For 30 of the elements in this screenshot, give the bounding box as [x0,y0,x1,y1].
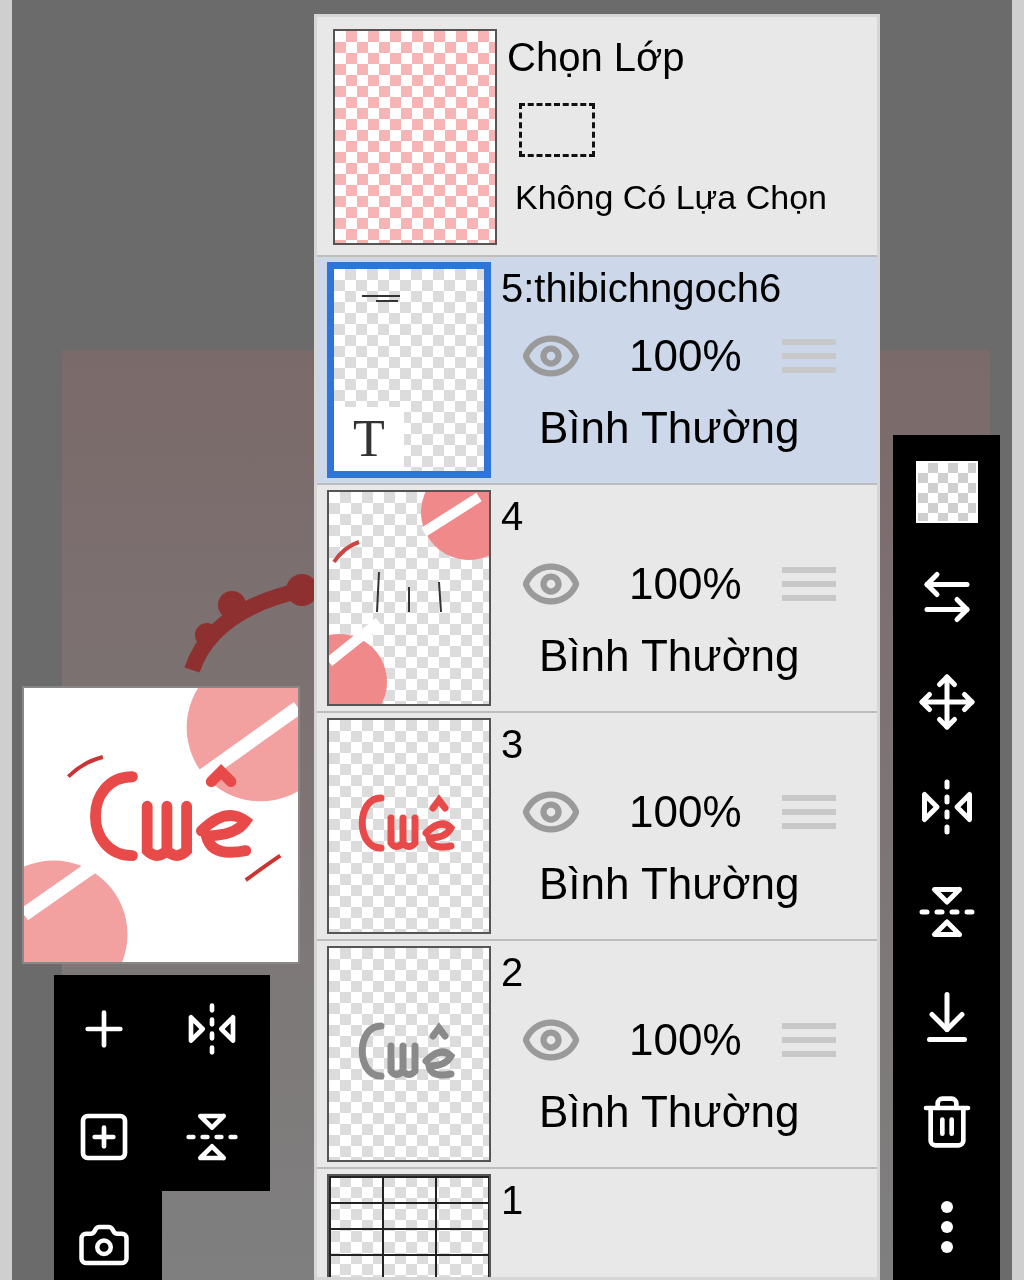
layer-name: 2 [501,949,525,996]
opacity-value: 100% [629,790,742,834]
selection-status: Không Có Lựa Chọn [515,177,827,218]
layer-thumbnail[interactable] [327,946,491,1162]
blend-mode[interactable]: Bình Thường [539,856,867,912]
layer-thumbnail[interactable] [327,718,491,934]
layer-name: 5:thibichngoch6 [501,265,783,312]
layer-name: 1 [501,1177,525,1224]
blend-mode[interactable]: Bình Thường [539,400,867,456]
selection-title: Chọn Lớp [507,34,686,81]
drag-handle-icon[interactable] [781,567,836,601]
layer-thumbnail[interactable]: T [327,262,491,478]
blend-mode[interactable]: Bình Thường [539,1084,867,1140]
opacity-value: 100% [629,334,742,378]
drag-handle-icon[interactable] [781,339,836,373]
opacity-value: 100% [629,1018,742,1062]
selection-marquee-icon [519,103,595,157]
layer-name: 4 [501,493,525,540]
blend-mode[interactable]: Bình Thường [539,628,867,684]
checkerboard-icon [915,460,978,523]
layer-row[interactable]: T 5:thibichngoch6 100% Bình Thường [317,255,877,483]
text-layer-badge: T [334,407,404,471]
layer-name: 3 [501,721,525,768]
drag-handle-icon[interactable] [781,795,836,829]
selection-layer-row[interactable]: Chọn Lớp Không Có Lựa Chọn [317,17,877,255]
more-icon [940,1201,953,1254]
opacity-value: 100% [629,562,742,606]
note-drawing [362,295,400,302]
layer-row[interactable]: 1 [317,1167,877,1277]
drag-handle-icon[interactable] [781,1023,836,1057]
